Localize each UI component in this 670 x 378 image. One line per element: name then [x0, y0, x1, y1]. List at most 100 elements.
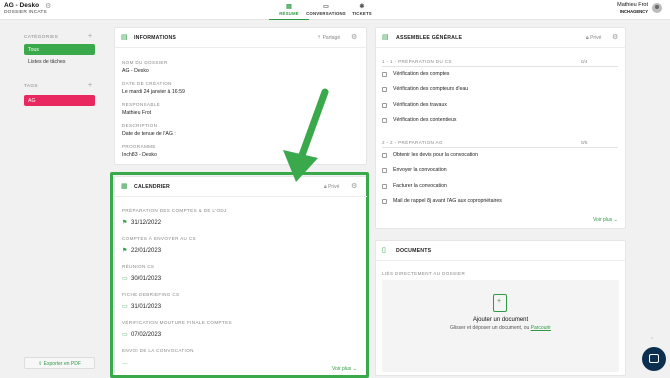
info-icon: ▤: [121, 34, 128, 41]
add-document-label: Ajouter un document: [472, 317, 529, 323]
comment-icon: ▭: [122, 276, 128, 282]
see-more-link[interactable]: Voir plus ⌄: [332, 366, 357, 372]
comment-icon: ▭: [122, 304, 128, 310]
task-checkbox[interactable]: [382, 118, 387, 123]
task-item[interactable]: Facturer la convocation: [393, 183, 447, 189]
task-checkbox[interactable]: [382, 168, 387, 173]
ticket-icon: ✱: [359, 4, 365, 10]
event-date[interactable]: 07/02/2023: [131, 332, 161, 338]
browse-link[interactable]: Parcourir: [531, 325, 551, 331]
divider: [114, 47, 367, 48]
see-more-label: Voir plus: [332, 366, 352, 372]
summary-icon: ▤: [286, 4, 292, 10]
field-label: NOM DU DOSSIER: [122, 60, 168, 65]
user-name[interactable]: Mathieu Frot: [617, 2, 648, 8]
chevron-down-icon: ⌄: [352, 366, 357, 372]
share-icon: ⇡: [317, 35, 322, 41]
private-label: Privé: [590, 35, 602, 41]
event-label: PRÉPARATION DES COMPTES & DE L'ODJ: [122, 208, 227, 213]
event-date[interactable]: 22/01/2023: [131, 248, 161, 254]
share-button[interactable]: ⇡ Partagé: [317, 35, 340, 41]
chat-icon: [649, 354, 659, 363]
tab-label: RÉSUMÉ: [279, 11, 299, 16]
section-count: 0/4: [581, 59, 588, 64]
tab-label: TICKETS: [352, 11, 372, 16]
chat-launcher-button[interactable]: [642, 347, 666, 371]
gear-icon[interactable]: ⚙: [612, 34, 618, 41]
private-label: Privé: [328, 184, 340, 190]
drop-hint-text: Glisser et déposer un document, ou: [450, 325, 530, 331]
field-label: PROGRAMME: [122, 144, 156, 149]
task-checkbox[interactable]: [382, 153, 387, 158]
export-pdf-button[interactable]: ⇪ Exporter en PDF: [24, 357, 95, 369]
gear-icon[interactable]: ⚙: [351, 183, 357, 190]
checklist-icon: ▤: [382, 34, 389, 41]
task-item[interactable]: Vérification des travaux: [393, 102, 447, 108]
task-item[interactable]: Obtenir les devis pour la convocation: [393, 152, 478, 158]
add-document-icon[interactable]: +: [493, 294, 507, 312]
chevron-down-icon: ⌄: [613, 217, 618, 223]
event-label: FICHE DEBRIEFING CS: [122, 292, 180, 297]
comment-icon: …: [122, 360, 128, 366]
lock-icon: 🔒︎: [324, 184, 327, 190]
task-item[interactable]: Mail de rappel 8j avant l'AG aux copropr…: [393, 198, 502, 204]
task-item[interactable]: Envoyer la convocation: [393, 167, 447, 173]
section-label[interactable]: 1 - 1 - PRÉPARATION DU CS: [382, 59, 452, 64]
gear-icon[interactable]: ⚙: [45, 3, 52, 10]
task-item[interactable]: Vérification des contentieux: [393, 117, 456, 123]
divider: [114, 196, 367, 197]
assemblee-title: ASSEMBLEE GÉNÉRALE: [396, 35, 463, 41]
linked-docs-label: LIÉS DIRECTEMENT AU DOSSIER: [382, 271, 466, 276]
event-label: VÉRIFICATION MOUTURE FINALE COMPTES: [122, 320, 232, 325]
comment-icon: ▭: [122, 332, 128, 338]
tab-resume[interactable]: ▤ RÉSUMÉ: [269, 3, 309, 20]
section-progress: [382, 147, 618, 148]
event-date[interactable]: 31/01/2023: [131, 304, 161, 310]
field-label: DATE DE CRÉATION: [122, 81, 172, 86]
tab-tickets[interactable]: ✱ TICKETS: [342, 3, 382, 20]
add-tag-icon[interactable]: +: [88, 82, 92, 89]
export-label: Exporter en PDF: [43, 361, 81, 367]
event-label: COMPTES À ENVOYER AU CS: [122, 236, 196, 241]
document-icon: ▯: [382, 247, 386, 254]
event-label: RÉUNION CS: [122, 264, 155, 269]
tags-label: TAGS: [24, 84, 38, 89]
field-value: Date de tenue de l'AG :: [122, 131, 176, 137]
task-item[interactable]: Vérification des compteurs d'eau: [393, 86, 468, 92]
task-checkbox[interactable]: [382, 87, 387, 92]
gear-icon[interactable]: ⚙: [351, 34, 357, 41]
flag-icon: ⚑: [122, 220, 128, 226]
task-checkbox[interactable]: [382, 184, 387, 189]
tab-label: CONVERSATIONS: [306, 11, 346, 16]
share-label: Partagé: [322, 35, 341, 41]
category-label: Tous: [28, 46, 39, 53]
export-icon: ⇪: [38, 361, 43, 367]
add-category-icon[interactable]: +: [88, 33, 92, 40]
event-date[interactable]: 31/12/2022: [131, 220, 161, 226]
task-checkbox[interactable]: [382, 72, 387, 77]
divider: [375, 260, 626, 261]
tag-item-ag[interactable]: AG: [24, 95, 95, 106]
tag-label: AG: [28, 97, 36, 104]
project-subtitle: DOSSIER INCATS: [4, 10, 47, 15]
section-label[interactable]: 2 - 2 - PRÉPARATION AG: [382, 140, 443, 145]
see-more-link[interactable]: Voir plus ⌄: [593, 217, 618, 223]
scroll-up-icon[interactable]: ⌃: [650, 337, 654, 343]
event-date[interactable]: 30/01/2023: [131, 276, 161, 282]
field-label: DESCRIPTION: [122, 123, 158, 128]
project-name: AG - Desko: [4, 2, 40, 9]
task-item[interactable]: Vérification des comptes: [393, 71, 450, 77]
see-more-label: Voir plus: [593, 217, 613, 223]
task-checkbox[interactable]: [382, 199, 387, 204]
private-button[interactable]: 🔒︎ Privé: [586, 35, 601, 41]
field-value: Inch83 - Desko: [122, 152, 157, 158]
field-value: Le mardi 24 janvier à 16:59: [122, 89, 185, 95]
private-button[interactable]: 🔒︎ Privé: [324, 184, 339, 190]
field-label: RESPONSABLE: [122, 102, 161, 107]
avatar[interactable]: [652, 3, 662, 13]
category-item-tous[interactable]: Tous: [24, 44, 95, 55]
drop-hint: Glisser et déposer un document, ou Parco…: [382, 325, 619, 331]
field-value: AG - Desko: [122, 68, 149, 74]
task-checkbox[interactable]: [382, 103, 387, 108]
category-item-listes[interactable]: Listes de tâches: [28, 59, 66, 65]
